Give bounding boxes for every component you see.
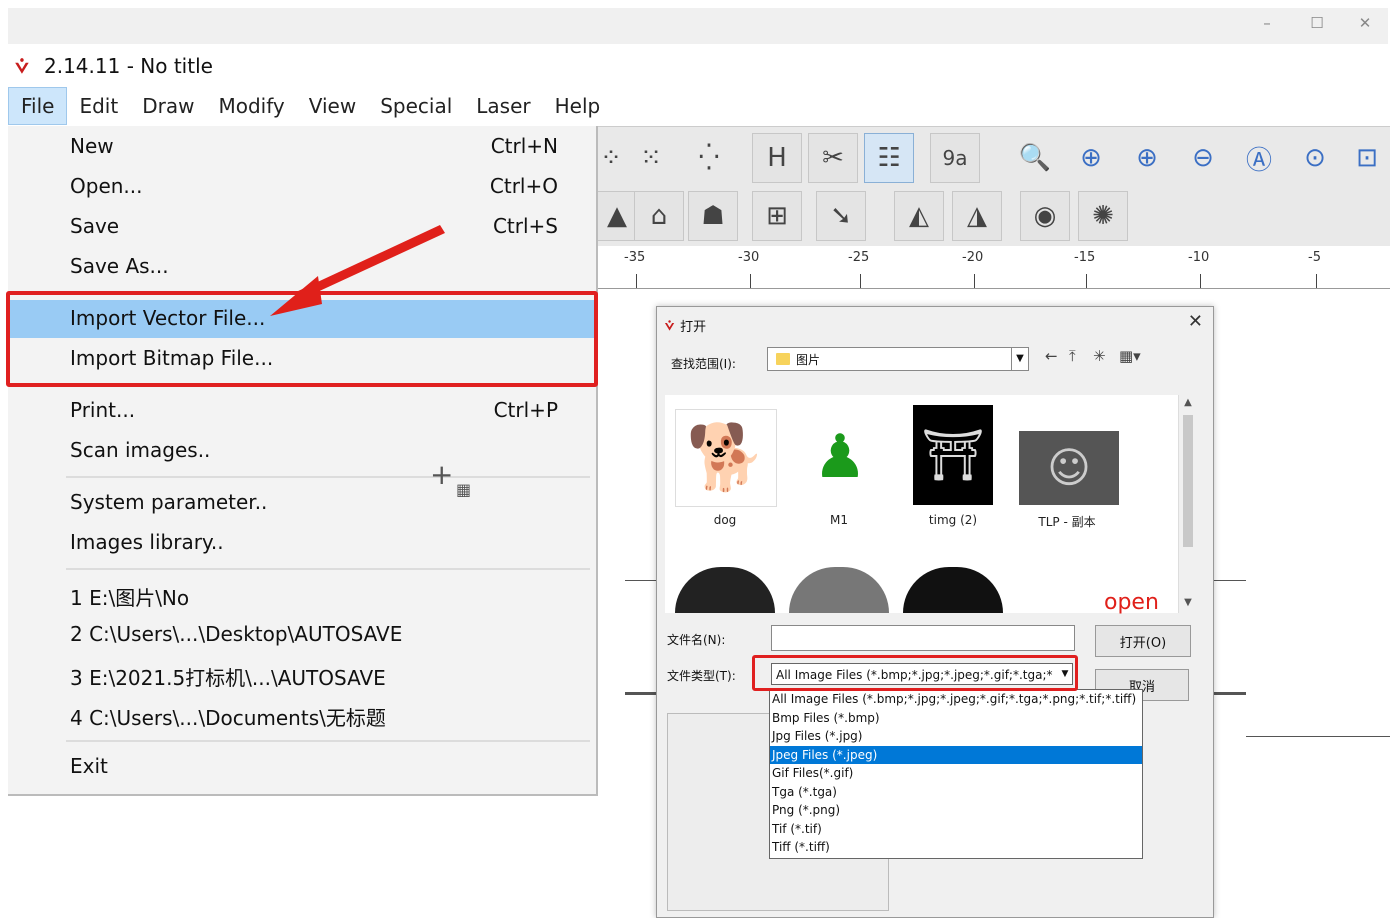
filename-input[interactable] [771, 625, 1075, 651]
scroll-down-icon[interactable]: ▼ [1179, 597, 1197, 608]
dragon-thumbnail-icon[interactable] [789, 567, 889, 613]
file-name: timg (2) [928, 513, 978, 527]
file-name: dog [713, 513, 737, 527]
filetype-option[interactable]: Gif Files(*.gif) [770, 764, 1142, 783]
filetype-highlight-box [752, 655, 1078, 691]
back-icon[interactable]: ← [1045, 347, 1058, 365]
character-thumbnail-icon: ♟ [801, 407, 879, 507]
filetype-option[interactable]: Tif (*.tif) [770, 820, 1142, 839]
filetype-option[interactable]: Bmp Files (*.bmp) [770, 709, 1142, 728]
filename-label: 文件名(N): [667, 633, 726, 647]
chevron-down-icon: ▼ [1011, 348, 1028, 370]
dialog-close-icon[interactable]: ✕ [1188, 311, 1203, 332]
filetype-label: 文件类型(T): [667, 669, 736, 683]
folder-icon [776, 353, 790, 365]
thumbnail-scrollbar[interactable]: ▲ ▼ [1178, 395, 1197, 613]
scroll-thumb[interactable] [1183, 415, 1193, 547]
dialog-title: 打开 [680, 319, 707, 335]
filetype-option[interactable]: All Image Files (*.bmp;*.jpg;*.jpeg;*.gi… [770, 690, 1142, 709]
filetype-option[interactable]: Tiff (*.tiff) [770, 838, 1142, 857]
filetype-dropdown-list: All Image Files (*.bmp;*.jpg;*.jpeg;*.gi… [769, 689, 1143, 859]
file-name: M1 [830, 513, 848, 527]
dialog-logo-icon: ⩒ [665, 316, 675, 334]
filetype-option[interactable]: Png (*.png) [770, 801, 1142, 820]
open-button[interactable]: 打开(O) [1095, 625, 1191, 657]
scroll-up-icon[interactable]: ▲ [1179, 397, 1197, 408]
open-annotation-text: open [1104, 590, 1159, 615]
dialog-titlebar: ⩒ 打开 [665, 313, 706, 337]
file-thumbnail-list: 🐕 dog ♟ M1 ⛩ timg (2) ☺ TLP - 副本 ▲ ▼ [665, 395, 1197, 613]
look-in-value: 图片 [796, 352, 821, 367]
up-folder-icon[interactable]: ⤒ [1069, 347, 1076, 365]
portrait-thumbnail-icon: ☺ [1019, 431, 1119, 505]
view-menu-icon[interactable]: ▦▾ [1119, 347, 1141, 365]
tower-thumbnail-icon[interactable] [903, 567, 1003, 613]
new-folder-icon[interactable]: ✳ [1093, 347, 1106, 365]
look-in-label: 查找范围(I): [671, 357, 736, 371]
pavilion-thumbnail-icon: ⛩ [913, 405, 993, 505]
annotation-arrowhead-import [270, 276, 322, 316]
dog-thumbnail-icon: 🐕 [675, 409, 777, 507]
file-name: TLP - 副本 [1038, 515, 1096, 529]
dragon-thumbnail-icon[interactable] [675, 567, 775, 613]
filetype-option[interactable]: Jpg Files (*.jpg) [770, 727, 1142, 746]
filetype-option[interactable]: Tga (*.tga) [770, 783, 1142, 802]
filetype-option-selected[interactable]: Jpeg Files (*.jpeg) [770, 745, 1142, 764]
look-in-dropdown[interactable]: 图片 ▼ [767, 347, 1029, 371]
